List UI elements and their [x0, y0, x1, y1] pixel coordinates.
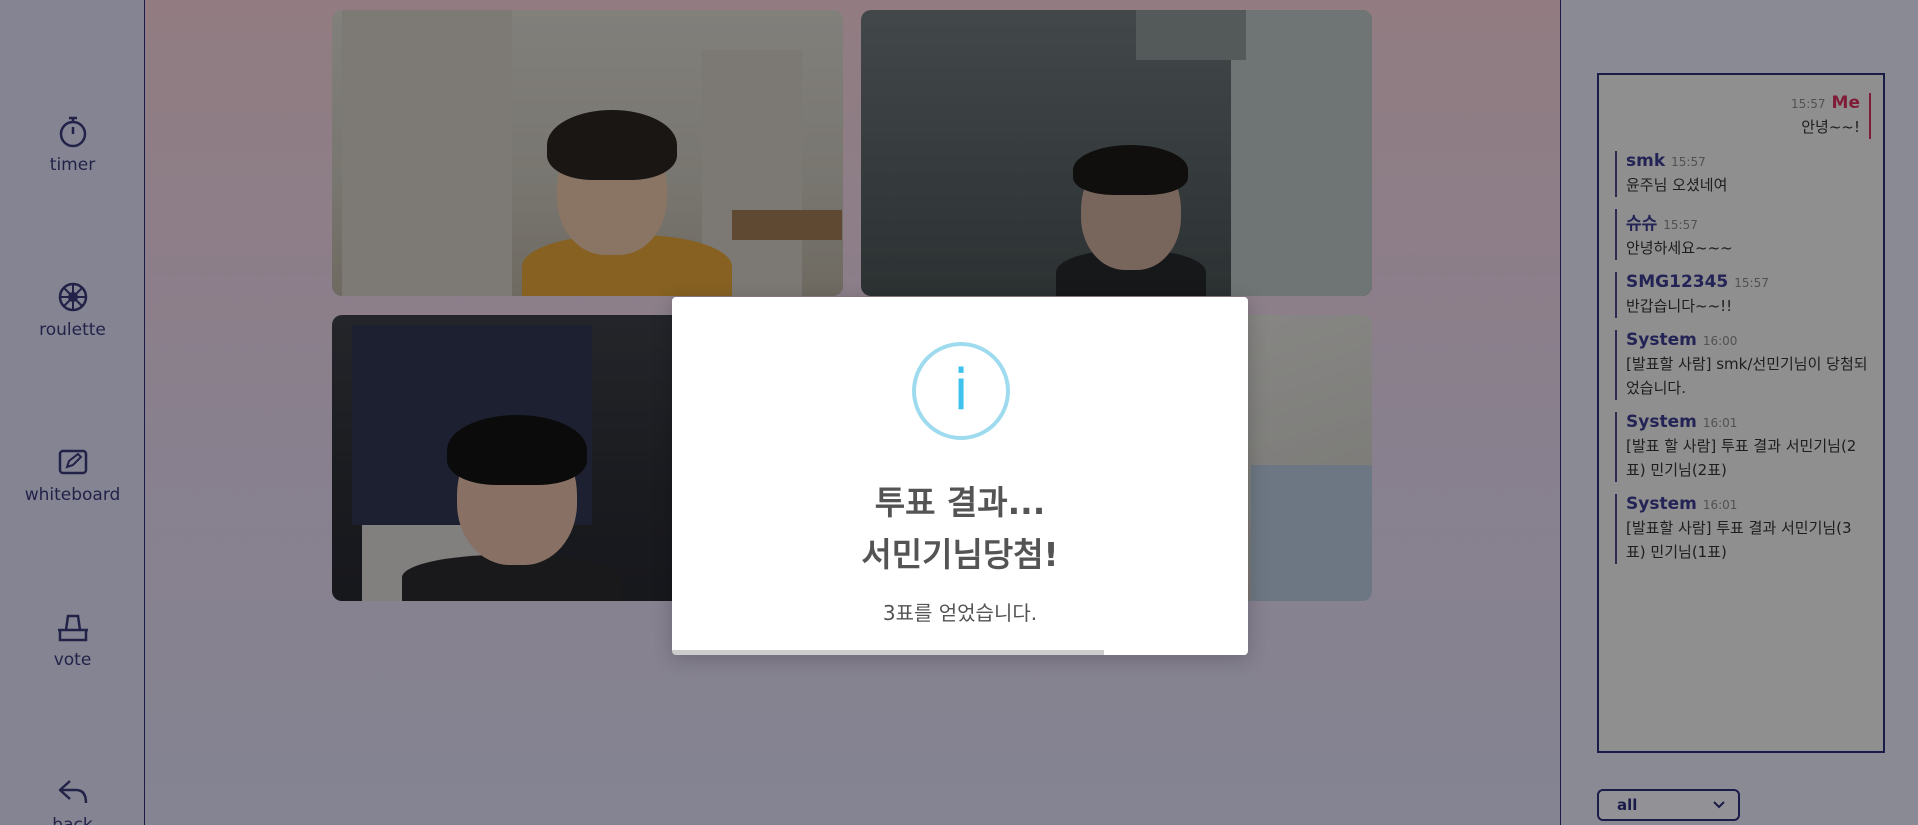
dialog-title-line-2: 서민기님당첨!: [861, 535, 1059, 574]
dialog-timer-fill: [672, 650, 1104, 655]
dialog-timer-progress: [672, 650, 1248, 655]
info-icon-glyph: i: [953, 358, 969, 423]
dialog-title-line-1: 투표 결과...: [874, 483, 1046, 522]
info-icon: i: [912, 342, 1010, 440]
vote-result-dialog: i 투표 결과... 서민기님당첨! 3표를 얻었습니다.: [672, 297, 1248, 655]
dialog-text: 3표를 얻었습니다.: [882, 601, 1038, 625]
dialog-title: 투표 결과... 서민기님당첨!: [672, 477, 1248, 581]
